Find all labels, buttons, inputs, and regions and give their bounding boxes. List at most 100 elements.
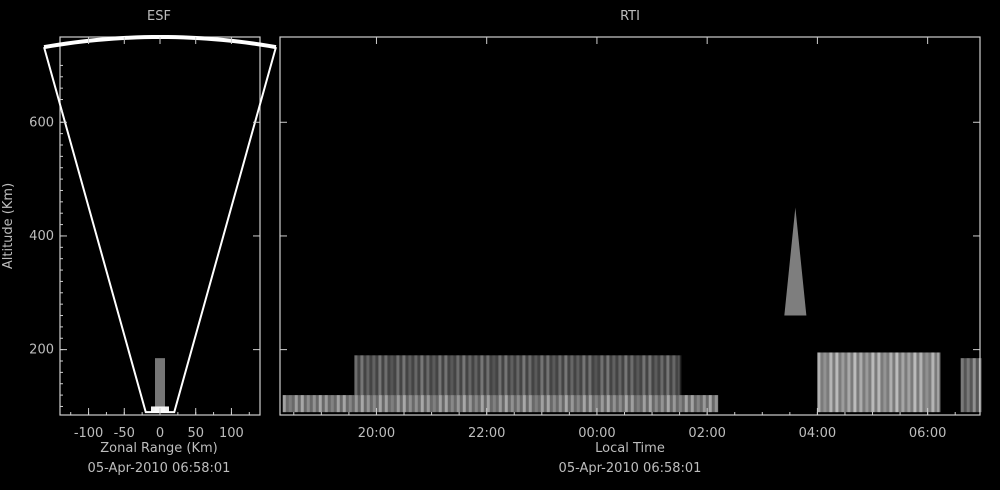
rti-echo-streak (666, 395, 670, 413)
rti-echo-streak (534, 395, 538, 413)
rti-echo-streak (919, 352, 923, 413)
rti-echo-streak (546, 395, 550, 413)
rti-echo-streak (414, 355, 418, 396)
rti-echo-streak (528, 355, 532, 396)
rti-panel: RTI 20:00 22:00 00:00 02:00 04:00 06:00 Local… (279, 9, 982, 476)
rti-echo-streak (390, 355, 394, 396)
esf-x-tick-label: 100 (219, 426, 244, 441)
rti-echo-streak (636, 395, 640, 413)
rti-echo-streak (384, 355, 388, 396)
rti-echo-streak (889, 352, 893, 413)
rti-echo-streak (859, 352, 863, 413)
esf-timestamp: 05-Apr-2010 06:58:01 (88, 461, 231, 476)
rti-echo-streak (504, 395, 508, 413)
rti-echo-streak (528, 395, 532, 413)
rti-echo-streak (841, 352, 845, 413)
rti-echo-streak (324, 395, 328, 413)
esf-x-tick-label: 0 (156, 426, 164, 441)
esf-y-tick-label: 600 (29, 115, 54, 130)
rti-echo-streak (696, 395, 700, 413)
rti-echo-streak (420, 355, 424, 396)
rti-echo-streak (510, 355, 514, 396)
rti-echo-streak (606, 395, 610, 413)
rti-title: RTI (620, 9, 640, 24)
rti-echo-streak (660, 395, 664, 413)
rti-echo-streak (570, 355, 574, 396)
rti-echo-streak (534, 355, 538, 396)
rti-echo-streak (354, 395, 358, 413)
rti-echo-streak (642, 395, 646, 413)
rti-echo-streak (883, 352, 887, 413)
rti-echo-streak (360, 395, 364, 413)
rti-echo-streak (624, 395, 628, 413)
rti-x-tick-label: 06:00 (909, 426, 946, 441)
rti-echo-streak (925, 352, 929, 413)
rti-echo-streak (540, 355, 544, 396)
rti-echo-streak (901, 352, 905, 413)
rti-echo-streak (960, 358, 964, 413)
rti-echo-streak (378, 355, 382, 396)
rti-echo-streak (282, 395, 286, 413)
rti-echo-streak (318, 395, 322, 413)
rti-echo-streak (486, 395, 490, 413)
rti-echo-streak (654, 355, 658, 396)
esf-echo-region (155, 358, 165, 413)
rti-echo-streak (522, 395, 526, 413)
rti-x-tick-label: 22:00 (468, 426, 505, 441)
esf-x-tick-label: 50 (187, 426, 204, 441)
rti-echo-streak (396, 395, 400, 413)
rti-echo-streak (462, 355, 466, 396)
rti-echo-streak (402, 395, 406, 413)
rti-echo-streak (522, 355, 526, 396)
rti-echo-streak (972, 358, 976, 413)
rti-echo-streak (823, 352, 827, 413)
rti-echo-streak (516, 355, 520, 396)
rti-echo-streak (402, 355, 406, 396)
rti-echo-streak (558, 395, 562, 413)
rti-echo-streak (306, 395, 310, 413)
rti-echo-streak (913, 352, 917, 413)
rti-echo-streak (666, 355, 670, 396)
rti-echo-streak (564, 395, 568, 413)
rti-echo-streak (871, 352, 875, 413)
rti-echo-streak (462, 395, 466, 413)
rti-echo-streak (612, 395, 616, 413)
rti-echo-streak (492, 395, 496, 413)
rti-echo-streak (408, 355, 412, 396)
rti-echo-streak (678, 395, 682, 413)
rti-echo-streak (474, 395, 478, 413)
rti-echo-streak (576, 355, 580, 396)
rti-echo-streak (552, 395, 556, 413)
rti-echo-streak (606, 355, 610, 396)
rti-echo-streak (330, 395, 334, 413)
rti-echo-streak (931, 352, 935, 413)
rti-echo-streak (564, 355, 568, 396)
rti-echo-streak (654, 395, 658, 413)
esf-panel: ESF -100 -50 0 50 100 200 400 600 Zonal Range … (1, 9, 277, 476)
rti-echo-streak (708, 395, 712, 413)
rti-echo-streak (390, 395, 394, 413)
rti-echo-streak (966, 358, 970, 413)
rti-echo-streak (877, 352, 881, 413)
rti-x-axis-label: Local Time (595, 441, 665, 456)
rti-echo-streak (618, 355, 622, 396)
rti-echo-streak (895, 352, 899, 413)
rti-echo-streak (672, 355, 676, 396)
rti-echo-streak (426, 395, 430, 413)
rti-echo-streak (360, 355, 364, 396)
rti-echo-streak (432, 395, 436, 413)
rti-echo-streak (480, 395, 484, 413)
rti-echo-streak (690, 395, 694, 413)
rti-echo-streak (618, 395, 622, 413)
rti-echo-streak (468, 355, 472, 396)
rti-echo-streak (540, 395, 544, 413)
rti-echo-streak (624, 355, 628, 396)
rti-echo-streak (588, 395, 592, 413)
rti-echo-streak (642, 355, 646, 396)
rti-echo-streak (865, 352, 869, 413)
rti-echo-streak (600, 355, 604, 396)
rti-echo-streak (438, 355, 442, 396)
rti-echo-streak (829, 352, 833, 413)
esf-title: ESF (147, 9, 171, 24)
rti-echo-streak (612, 355, 616, 396)
